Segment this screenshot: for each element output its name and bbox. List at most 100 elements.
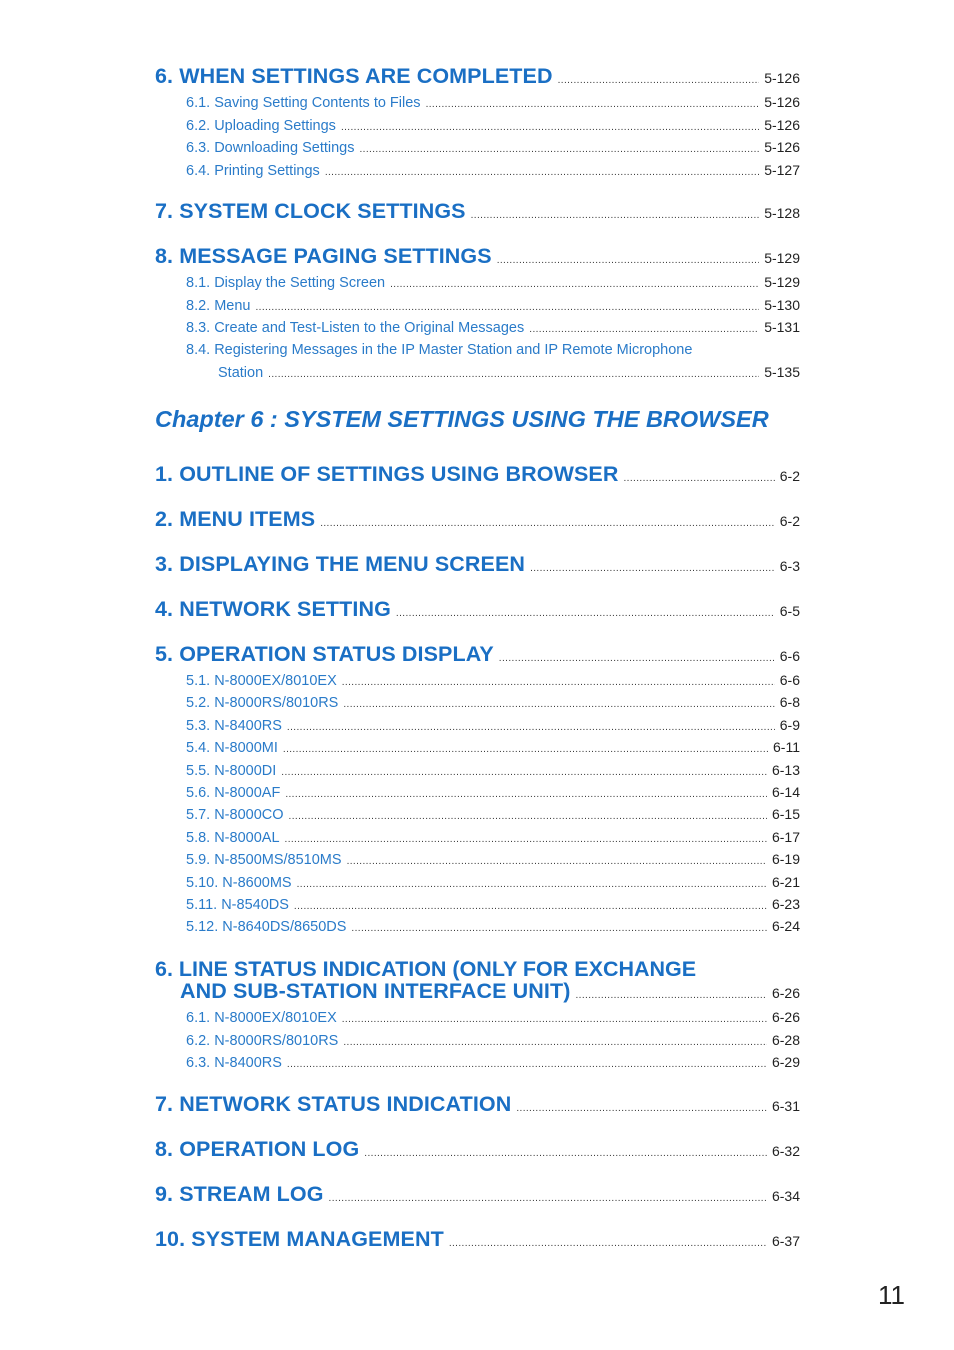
toc-entry-5-6-1[interactable]: 6.1. Saving Setting Contents to Files 5-1…: [155, 94, 800, 112]
entry-page: 6-14: [771, 784, 800, 800]
dot-leader: [530, 558, 775, 576]
dot-leader: [342, 672, 775, 690]
entry-page: 6-5: [779, 603, 800, 619]
toc-subentry[interactable]: 5.2. N-8000RS/8010RS 6-8: [155, 694, 800, 712]
toc-entry-5-8-4-line1[interactable]: 8.4. Registering Messages in the IP Mast…: [186, 342, 692, 358]
dot-leader: [364, 1143, 767, 1161]
toc-entry-6-3[interactable]: 3. DISPLAYING THE MENU SCREEN 6-3: [155, 552, 800, 577]
entry-page: 5-126: [764, 139, 800, 155]
dot-leader: [294, 896, 767, 914]
toc-subentry[interactable]: 6.3. N-8400RS 6-29: [155, 1054, 800, 1072]
toc-subentry[interactable]: 5.12. N-8640DS/8650DS 6-24: [155, 918, 800, 936]
entry-page: 6-28: [771, 1031, 800, 1048]
entry-page: 6-8: [779, 694, 800, 711]
toc-subentry[interactable]: 6.2. N-8000RS/8010RS 6-28: [155, 1032, 800, 1050]
entry-title: AND SUB-STATION INTERFACE UNIT): [180, 979, 571, 1003]
entry-title: 5. OPERATION STATUS DISPLAY: [155, 642, 494, 666]
toc-subentry[interactable]: 5.9. N-8500MS/8510MS 6-19: [155, 851, 800, 869]
toc-entry-6-8[interactable]: 8. OPERATION LOG 6-32: [155, 1137, 800, 1162]
entry-title: 8.1. Display the Setting Screen: [186, 275, 386, 291]
entry-title: 10. SYSTEM MANAGEMENT: [155, 1227, 444, 1251]
toc-entry-6-6[interactable]: AND SUB-STATION INTERFACE UNIT) 6-26: [155, 979, 800, 1004]
entry-page: 6-34: [771, 1188, 800, 1204]
entry-page: 6-13: [771, 761, 800, 778]
toc-entry-6-4[interactable]: 4. NETWORK SETTING 6-5: [155, 597, 800, 622]
toc-entry-6-7[interactable]: 7. NETWORK STATUS INDICATION 6-31: [155, 1092, 800, 1117]
dot-leader: [390, 274, 759, 292]
toc-entry-5-7[interactable]: 7. SYSTEM CLOCK SETTINGS 5-128: [155, 199, 800, 224]
toc-subentry[interactable]: 5.10. N-8600MS 6-21: [155, 874, 800, 892]
toc-entry-5-8-2[interactable]: 8.2. Menu 5-130: [155, 297, 800, 315]
entry-page: 5-135: [764, 364, 800, 380]
dot-leader: [285, 829, 767, 847]
toc-entry-5-8-3[interactable]: 8.3. Create and Test-Listen to the Origi…: [155, 319, 800, 337]
entry-page: 5-126: [764, 117, 800, 133]
entry-title: 8.2. Menu: [186, 298, 251, 314]
toc-entry-6-10[interactable]: 10. SYSTEM MANAGEMENT 6-37: [155, 1227, 800, 1252]
dot-leader: [342, 1009, 767, 1027]
toc-entry-6-5[interactable]: 5. OPERATION STATUS DISPLAY 6-6: [155, 642, 800, 667]
dot-leader: [343, 1032, 767, 1050]
toc-entry-5-8[interactable]: 8. MESSAGE PAGING SETTINGS 5-129: [155, 244, 800, 269]
dot-leader: [449, 1233, 767, 1251]
dot-leader: [396, 603, 775, 621]
toc-entry-5-6-2[interactable]: 6.2. Uploading Settings 5-126: [155, 117, 800, 135]
entry-title: 5.5. N-8000DI: [186, 762, 277, 779]
toc-entry-6-2[interactable]: 2. MENU ITEMS 6-2: [155, 507, 800, 532]
entry-title: 6.1. N-8000EX/8010EX: [186, 1010, 337, 1026]
toc-entry-6-1[interactable]: 1. OUTLINE OF SETTINGS USING BROWSER 6-2: [155, 462, 800, 487]
toc-subentry[interactable]: 5.11. N-8540DS 6-23: [155, 896, 800, 914]
dot-leader: [624, 468, 775, 486]
toc-subentry[interactable]: 5.7. N-8000CO 6-15: [155, 806, 800, 824]
entry-page: 5-129: [764, 274, 800, 290]
dot-leader: [329, 1188, 767, 1206]
toc-entry-5-6-4[interactable]: 6.4. Printing Settings 5-127: [155, 162, 800, 180]
dot-leader: [297, 874, 767, 892]
entry-page: 6-2: [779, 468, 800, 484]
entry-title: 4. NETWORK SETTING: [155, 597, 391, 621]
toc-entry-5-6[interactable]: 6. WHEN SETTINGS ARE COMPLETED 5-126: [155, 64, 800, 89]
toc-subentry[interactable]: 5.4. N-8000MI 6-11: [155, 739, 800, 757]
toc-entry-6-9[interactable]: 9. STREAM LOG 6-34: [155, 1182, 800, 1207]
entry-title: 6.4. Printing Settings: [186, 163, 320, 179]
dot-leader: [341, 117, 759, 135]
dot-leader: [268, 364, 759, 382]
entry-title: 5.1. N-8000EX/8010EX: [186, 673, 337, 689]
page-number: 11: [878, 1280, 905, 1310]
entry-page: 6-15: [771, 806, 800, 823]
dot-leader: [471, 205, 760, 223]
dot-leader: [516, 1098, 767, 1116]
entry-page: 6-21: [771, 873, 800, 890]
toc-subentry[interactable]: 5.3. N-8400RS 6-9: [155, 717, 800, 735]
entry-title: 5.3. N-8400RS: [186, 717, 282, 734]
dot-leader: [499, 648, 775, 666]
toc-subentry[interactable]: 5.1. N-8000EX/8010EX 6-6: [155, 672, 800, 690]
entry-title: 6.3. Downloading Settings: [186, 140, 355, 156]
toc-entry-5-8-1[interactable]: 8.1. Display the Setting Screen 5-129: [155, 274, 800, 292]
toc-entry-5-6-3[interactable]: 6.3. Downloading Settings 5-126: [155, 139, 800, 157]
dot-leader: [347, 851, 767, 869]
dot-leader: [529, 319, 759, 337]
toc-subentry[interactable]: 5.5. N-8000DI 6-13: [155, 762, 800, 780]
entry-title: 7. NETWORK STATUS INDICATION: [155, 1092, 512, 1116]
entry-page: 6-23: [771, 896, 800, 912]
entry-page: 6-31: [771, 1098, 800, 1114]
entry-title: 6. WHEN SETTINGS ARE COMPLETED: [155, 64, 553, 88]
dot-leader: [575, 985, 766, 1003]
entry-page: 6-9: [779, 716, 800, 733]
dot-leader: [325, 162, 759, 180]
entry-title: Station: [218, 365, 264, 381]
toc-subentry[interactable]: 5.6. N-8000AF 6-14: [155, 784, 800, 802]
entry-title: 5.12. N-8640DS/8650DS: [186, 919, 347, 936]
toc-entry-5-8-4[interactable]: Station 5-135: [155, 364, 800, 382]
entry-page: 6-3: [779, 558, 800, 574]
toc-subentry[interactable]: 6.1. N-8000EX/8010EX 6-26: [155, 1009, 800, 1027]
entry-title: 2. MENU ITEMS: [155, 507, 316, 531]
entry-title: 5.2. N-8000RS/8010RS: [186, 695, 339, 712]
toc-subentry[interactable]: 5.8. N-8000AL 6-17: [155, 829, 800, 847]
dot-leader: [287, 717, 775, 735]
dot-leader: [343, 694, 774, 712]
entry-page: 5-127: [764, 162, 800, 178]
entry-page: 6-6: [779, 672, 800, 688]
entry-page: 5-128: [764, 205, 800, 221]
